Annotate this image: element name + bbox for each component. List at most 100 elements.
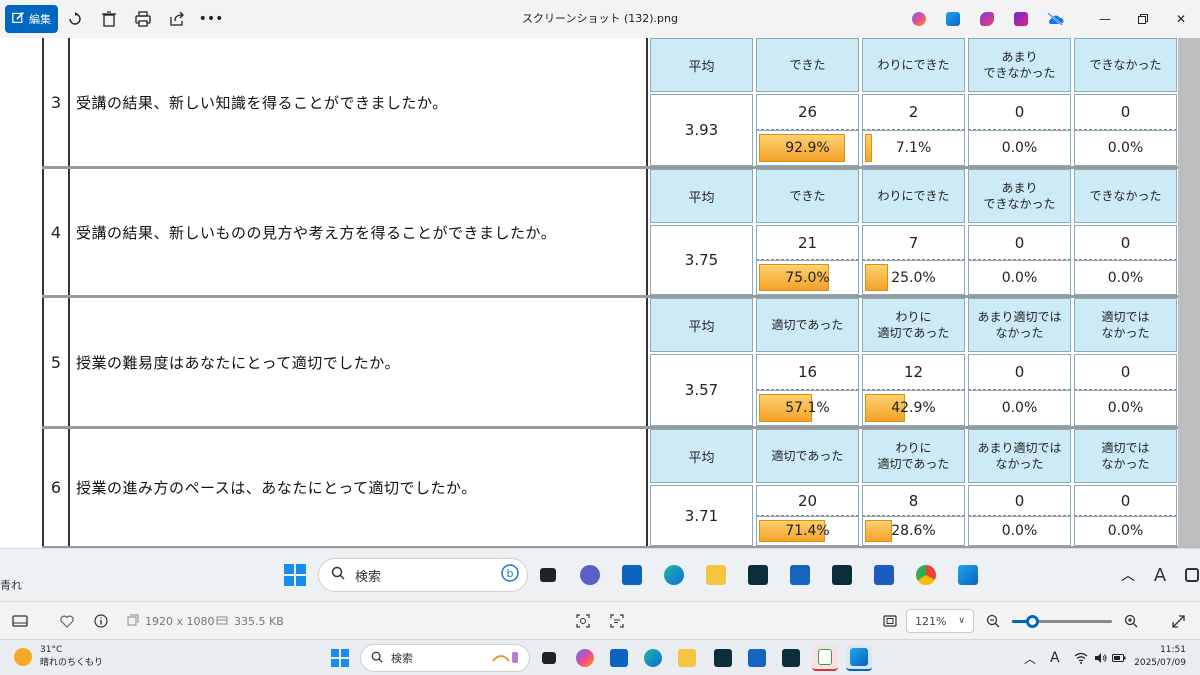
file-info-icon[interactable]: [94, 602, 108, 640]
embedded-mail-icon: [618, 561, 646, 589]
webex-icon[interactable]: [710, 645, 736, 671]
start-icon[interactable]: [327, 645, 353, 671]
image-viewport[interactable]: 3 受講の結果、新しい知識を得ることができましたか。 平均 3.93 できた 26 92.9…: [0, 38, 1200, 548]
question-text: 受講の結果、新しい知識を得ることができましたか。: [72, 38, 648, 166]
survey-row: 4 受講の結果、新しいものの見方や考え方を得ることができましたか。 平均 3.75 でき…: [42, 169, 1178, 298]
option-percent-cell: 0.0%: [968, 130, 1071, 166]
zoom-out-icon[interactable]: [986, 602, 1000, 640]
ms-store-icon[interactable]: [744, 645, 770, 671]
option-percent: 42.9%: [891, 400, 936, 416]
survey-row: 6 授業の進み方のペースは、あなたにとって適切でしたか。 平均 3.71 適切であった 2…: [42, 429, 1178, 548]
close-button[interactable]: ✕: [1162, 0, 1200, 38]
option-percent: 0.0%: [1107, 523, 1144, 539]
zoom-slider[interactable]: [1012, 615, 1112, 628]
option-count: 12: [862, 354, 965, 390]
designer-icon[interactable]: [970, 0, 1004, 38]
zoom-level-dropdown[interactable]: 121% ∨: [906, 609, 974, 633]
visual-search-icon[interactable]: [576, 602, 590, 640]
option-count: 0: [1074, 94, 1177, 130]
option-header: あまり適切では なかった: [968, 429, 1071, 483]
option-header: わりにできた: [862, 169, 965, 223]
option-percent-cell: 0.0%: [968, 390, 1071, 426]
onedrive-off-icon[interactable]: [1038, 0, 1072, 38]
snipping-tool-icon[interactable]: [812, 645, 838, 671]
option-percent-cell: 25.0%: [862, 260, 965, 295]
fit-to-window-icon[interactable]: [883, 602, 897, 640]
clock-date: 2025/07/09: [1134, 658, 1186, 668]
weather-sun-icon: [14, 648, 32, 666]
photos-taskbar-icon[interactable]: [846, 645, 872, 671]
clock-time: 11:51: [1160, 645, 1186, 655]
battery-icon[interactable]: [1112, 640, 1126, 675]
file-explorer-icon[interactable]: [674, 645, 700, 671]
option-percent: 0.0%: [1001, 523, 1038, 539]
ime-indicator[interactable]: A: [1050, 640, 1060, 675]
delete-icon[interactable]: [92, 5, 126, 33]
option-percent-cell: 0.0%: [1074, 260, 1177, 295]
chevron-up-icon[interactable]: ︿: [1024, 640, 1036, 675]
image-dimensions: 1920 x 1080: [127, 602, 215, 640]
taskbar-search-box[interactable]: 検索: [360, 644, 530, 672]
weather-widget[interactable]: 31°C 晴れのちくもり: [14, 644, 103, 670]
option-percent: 92.9%: [785, 140, 830, 156]
image-embedded-taskbar: 青れ 検索 b ︿ A: [0, 548, 1200, 601]
option-percent-cell: 28.6%: [862, 516, 965, 546]
option-percent: 57.1%: [785, 400, 830, 416]
photos-icon[interactable]: [936, 0, 970, 38]
os-taskbar: 31°C 晴れのちくもり 検索 ︿ A 11:51 2025/07/09: [0, 639, 1200, 675]
full-screen-icon[interactable]: [1172, 602, 1185, 640]
embedded-network-icon: [1178, 561, 1200, 589]
minimize-button[interactable]: —: [1086, 0, 1124, 38]
print-icon[interactable]: [126, 5, 160, 33]
webex-meetings-icon[interactable]: [778, 645, 804, 671]
clipchamp-icon[interactable]: [1004, 0, 1038, 38]
option-percent-cell: 7.1%: [862, 130, 965, 166]
volume-icon[interactable]: [1094, 640, 1108, 675]
option-count: 26: [756, 94, 859, 130]
dimensions-icon: [127, 614, 139, 629]
option-header: できた: [756, 38, 859, 92]
edge-icon[interactable]: [640, 645, 666, 671]
edit-button[interactable]: 編集: [5, 5, 58, 33]
option-count: 21: [756, 225, 859, 260]
titlebar-right: — ✕: [902, 0, 1200, 38]
embedded-ime-icon: A: [1153, 564, 1167, 586]
favorite-heart-icon[interactable]: [60, 602, 74, 640]
average-header: 平均: [650, 298, 753, 352]
rotate-icon[interactable]: [58, 5, 92, 33]
maximize-button[interactable]: [1124, 0, 1162, 38]
option-percent-cell: 92.9%: [756, 130, 859, 166]
search-icon: [371, 651, 383, 666]
copilot-taskbar-icon[interactable]: [572, 645, 598, 671]
option-percent: 0.0%: [1107, 269, 1144, 286]
taskbar-search-placeholder: 検索: [391, 652, 413, 665]
option-count: 16: [756, 354, 859, 390]
copilot-icon[interactable]: [902, 0, 936, 38]
text-scan-icon[interactable]: [610, 602, 624, 640]
zoom-in-icon[interactable]: [1124, 602, 1138, 640]
dimensions-text: 1920 x 1080: [145, 614, 215, 628]
percent-bar: [865, 134, 872, 162]
share-icon[interactable]: [160, 5, 194, 33]
question-number: 5: [42, 298, 70, 426]
outlook-icon[interactable]: [606, 645, 632, 671]
option-count: 0: [968, 225, 1071, 260]
option-percent-cell: 0.0%: [1074, 390, 1177, 426]
option-percent-cell: 42.9%: [862, 390, 965, 426]
option-header: わりに 適切であった: [862, 298, 965, 352]
question-number: 6: [42, 429, 70, 546]
wifi-icon[interactable]: [1074, 640, 1088, 675]
filmstrip-icon[interactable]: [12, 602, 28, 640]
option-percent: 75.0%: [785, 269, 830, 286]
option-count: 0: [1074, 225, 1177, 260]
task-view-icon[interactable]: [536, 645, 562, 671]
option-header: 適切では なかった: [1074, 429, 1177, 483]
embedded-taskview-icon: [534, 561, 562, 589]
system-clock[interactable]: 11:51 2025/07/09: [1134, 644, 1186, 670]
question-text: 授業の難易度はあなたにとって適切でしたか。: [72, 298, 648, 426]
zoom-slider-thumb[interactable]: [1026, 615, 1039, 628]
option-percent: 7.1%: [895, 140, 932, 156]
more-options-icon[interactable]: •••: [194, 5, 228, 33]
embedded-edge-icon: [660, 561, 688, 589]
survey-row: 3 受講の結果、新しい知識を得ることができましたか。 平均 3.93 できた 26 92.9…: [42, 38, 1178, 169]
